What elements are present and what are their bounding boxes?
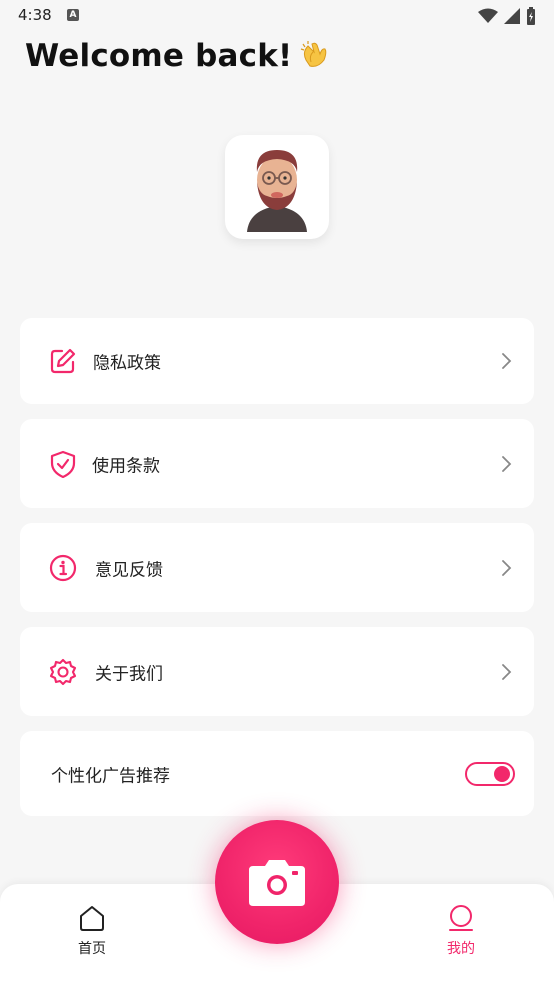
menu-item-label: 使用条款 bbox=[92, 456, 160, 476]
avatar-image bbox=[247, 150, 307, 232]
nav-home-label: 首页 bbox=[78, 941, 106, 957]
menu-item-personalized-ads: 个性化广告推荐 bbox=[20, 731, 534, 816]
personalized-ads-label: 个性化广告推荐 bbox=[51, 766, 170, 786]
battery-icon bbox=[527, 7, 535, 25]
page-title: Welcome back! bbox=[25, 38, 330, 76]
clapping-hands-icon bbox=[300, 40, 330, 76]
nav-home[interactable]: 首页 bbox=[57, 904, 127, 958]
settings-icon bbox=[49, 658, 77, 685]
status-time: 4:38 bbox=[18, 6, 52, 24]
chevron-right-icon bbox=[502, 353, 512, 369]
info-icon bbox=[49, 554, 77, 581]
menu-item-feedback[interactable]: 意见反馈 bbox=[20, 523, 534, 612]
camera-icon bbox=[249, 860, 305, 906]
avatar[interactable] bbox=[225, 135, 329, 239]
notification-indicator: A bbox=[67, 9, 79, 21]
chevron-right-icon bbox=[502, 663, 512, 680]
chevron-right-icon bbox=[502, 455, 512, 472]
menu-item-privacy-policy[interactable]: 隐私政策 bbox=[20, 318, 534, 404]
personalized-ads-toggle[interactable] bbox=[465, 761, 515, 786]
shield-check-icon bbox=[50, 450, 76, 478]
screen: 4:38 A Welcome back! 隐私政策 使用条款 意见反馈 关于我们… bbox=[0, 0, 554, 984]
menu-item-terms-of-use[interactable]: 使用条款 bbox=[20, 419, 534, 508]
camera-button[interactable] bbox=[215, 820, 339, 944]
profile-icon bbox=[449, 905, 473, 931]
nav-mine[interactable]: 我的 bbox=[426, 904, 496, 958]
wifi-icon bbox=[478, 8, 498, 23]
menu-item-label: 意见反馈 bbox=[95, 560, 163, 580]
menu-item-label: 关于我们 bbox=[95, 664, 163, 684]
nav-mine-label: 我的 bbox=[447, 941, 475, 957]
edit-icon bbox=[50, 348, 76, 374]
status-icons bbox=[478, 7, 536, 25]
home-icon bbox=[80, 906, 104, 931]
status-bar: 4:38 A bbox=[0, 0, 554, 32]
chevron-right-icon bbox=[502, 559, 512, 576]
menu-item-label: 隐私政策 bbox=[93, 353, 161, 374]
signal-icon bbox=[504, 8, 520, 24]
welcome-text: Welcome back! bbox=[25, 38, 293, 74]
menu-item-about-us[interactable]: 关于我们 bbox=[20, 627, 534, 716]
toggle-knob bbox=[494, 765, 510, 782]
